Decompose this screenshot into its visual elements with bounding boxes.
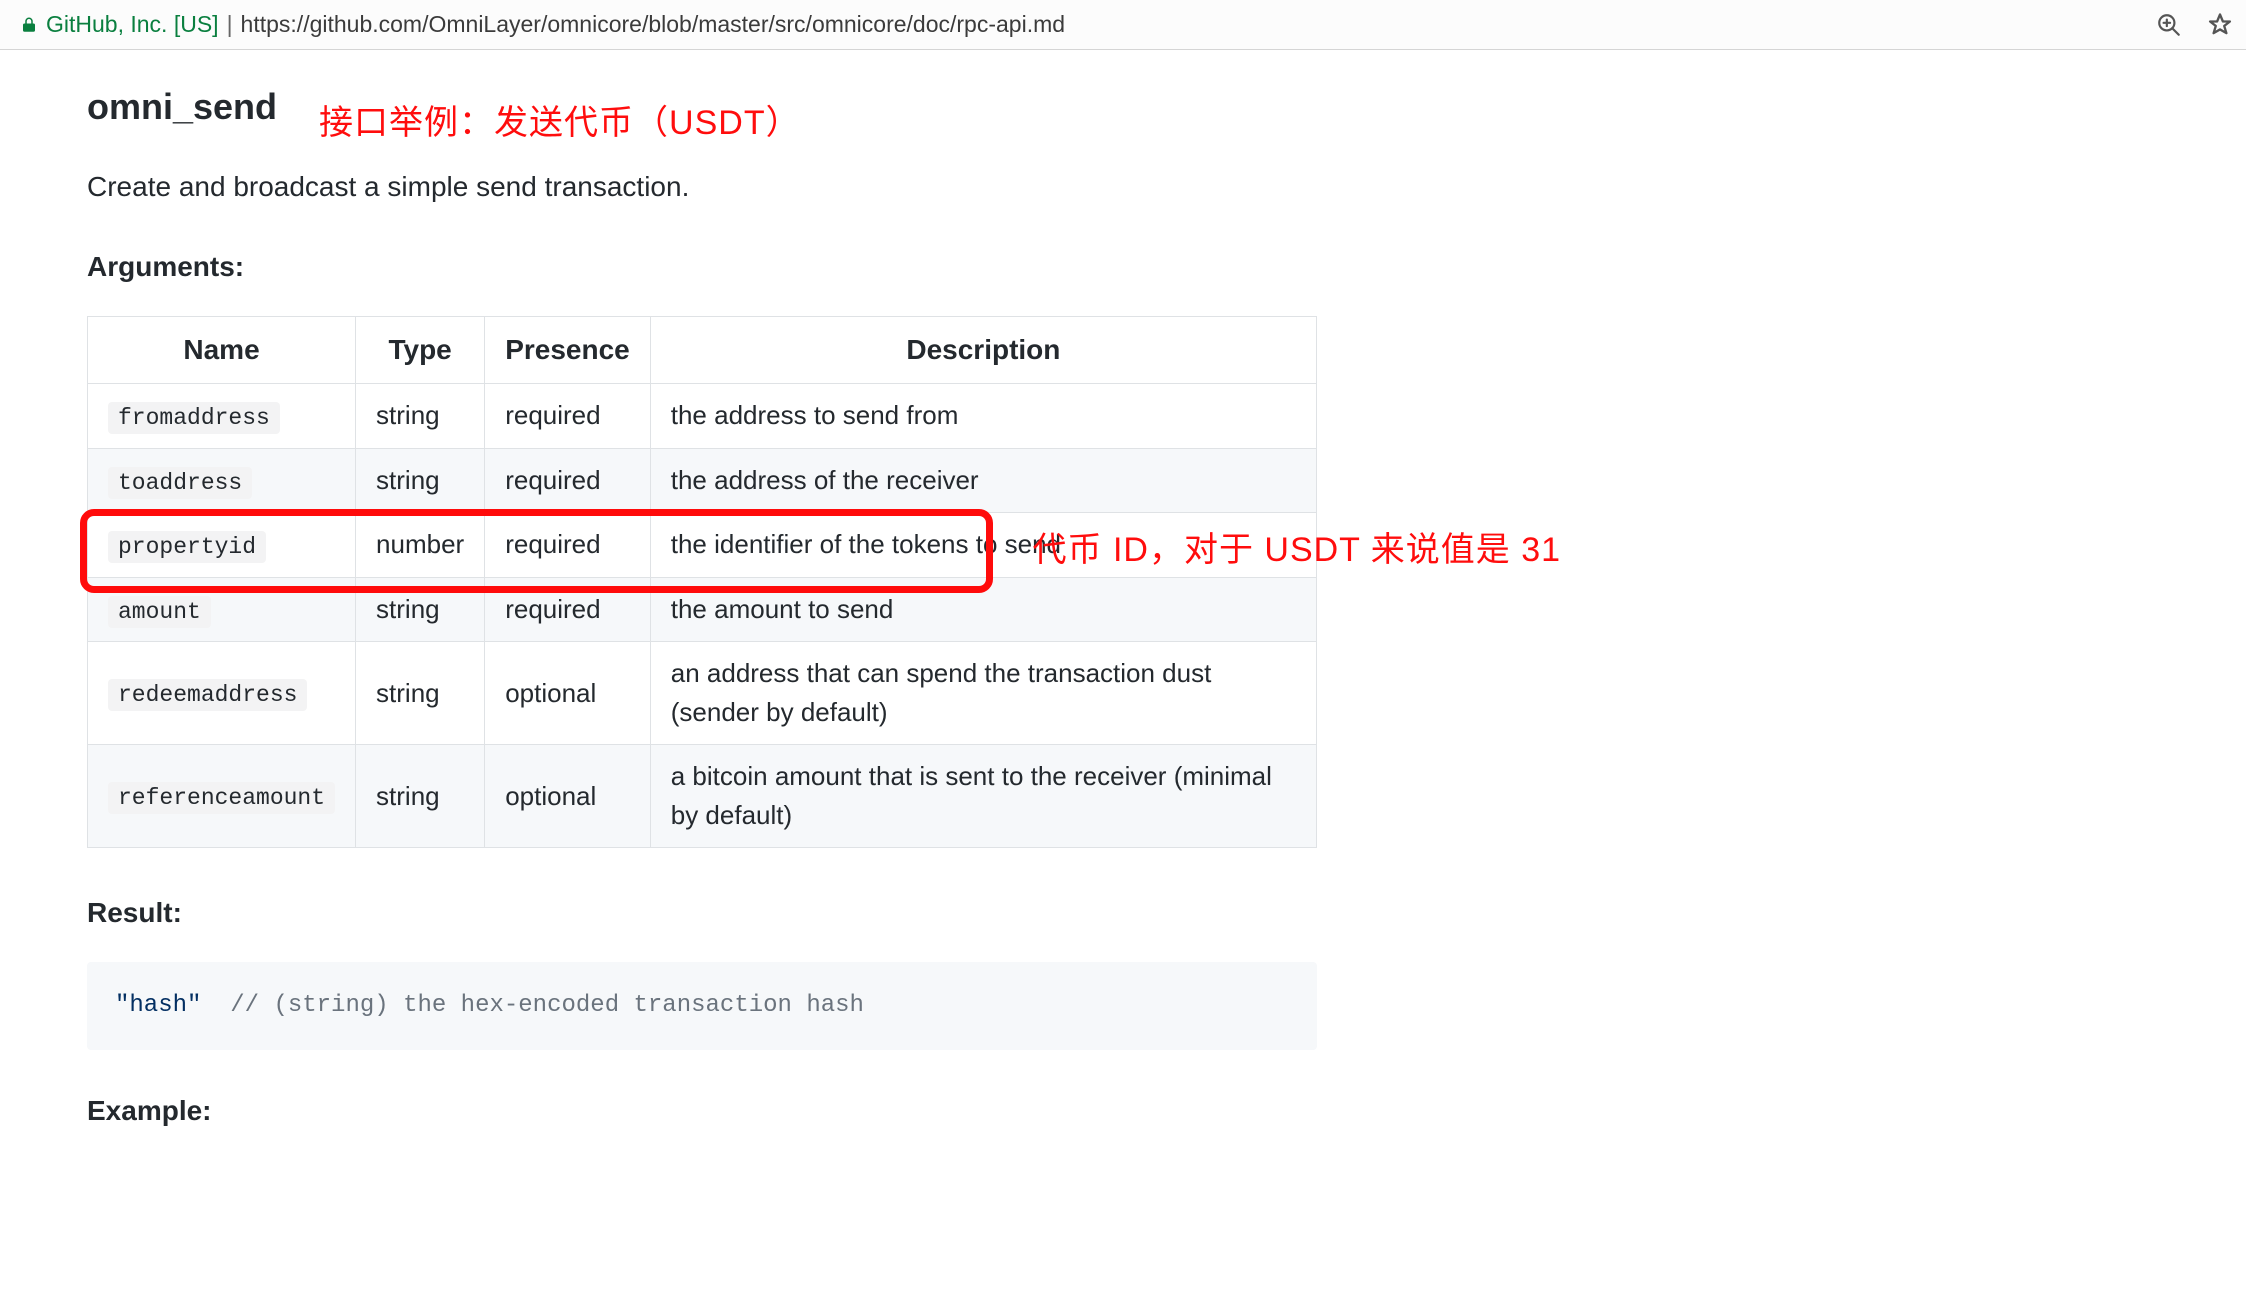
arg-name-cell: fromaddress [88,384,356,449]
arg-description-cell: the address to send from [650,384,1316,449]
arg-name-token: amount [108,596,211,628]
result-comment: // (string) the hex-encoded transaction … [230,992,864,1019]
arg-name-cell: amount [88,577,356,642]
arg-presence-cell: required [485,448,651,513]
arguments-table: Name Type Presence Description fromaddre… [87,316,1317,848]
browser-address-bar: GitHub, Inc. [US] | https://github.com/O… [0,0,2246,50]
markdown-body: omni_send 接口举例：发送代币（USDT） Create and bro… [87,80,1317,1132]
arg-name-token: toaddress [108,467,252,499]
result-heading: Result: [87,892,1317,934]
col-presence: Presence [485,317,651,384]
arg-type-cell: string [356,448,485,513]
arg-presence-cell: required [485,577,651,642]
table-row: referenceamount stringoptionala bitcoin a… [88,745,1317,848]
table-row: fromaddress stringrequiredthe address to … [88,384,1317,449]
address-bar-left: GitHub, Inc. [US] | https://github.com/O… [20,11,2136,38]
table-row: redeemaddress stringoptionalan address th… [88,642,1317,745]
api-name-heading: omni_send [87,80,277,134]
col-type: Type [356,317,485,384]
arg-type-cell: string [356,745,485,848]
lock-icon [20,14,38,36]
arg-type-cell: string [356,642,485,745]
page-content: omni_send 接口举例：发送代币（USDT） Create and bro… [33,50,2213,1200]
table-row: toaddress stringrequiredthe address of th… [88,448,1317,513]
arg-name-token: referenceamount [108,782,335,814]
arg-presence-cell: optional [485,745,651,848]
arg-name-token: propertyid [108,531,266,563]
arg-presence-cell: required [485,513,651,578]
address-separator: | [227,11,233,38]
heading-annotation: 接口举例：发送代币（USDT） [319,98,801,149]
arg-presence-cell: required [485,384,651,449]
site-identity-label: GitHub, Inc. [US] [46,11,219,38]
arg-description-cell: the amount to send [650,577,1316,642]
example-heading: Example: [87,1090,1317,1132]
arguments-heading: Arguments: [87,246,1317,288]
arg-type-cell: string [356,577,485,642]
arg-type-cell: number [356,513,485,578]
table-row: amount stringrequiredthe amount to send [88,577,1317,642]
arg-description-cell: a bitcoin amount that is sent to the rec… [650,745,1316,848]
arg-type-cell: string [356,384,485,449]
col-name: Name [88,317,356,384]
arguments-table-head: Name Type Presence Description [88,317,1317,384]
api-heading-row: omni_send 接口举例：发送代币（USDT） [87,80,1317,166]
arg-name-token: fromaddress [108,402,280,434]
arguments-table-body: fromaddressstringrequiredthe address to … [88,384,1317,848]
arg-name-token: redeemaddress [108,679,307,711]
arg-description-cell: the address of the receiver [650,448,1316,513]
api-description: Create and broadcast a simple send trans… [87,166,1317,208]
highlight-note: 代币 ID，对于 USDT 来说值是 31 [1033,522,1562,571]
arg-name-cell: toaddress [88,448,356,513]
arg-name-cell: propertyid [88,513,356,578]
page-url[interactable]: https://github.com/OmniLayer/omnicore/bl… [241,11,1066,38]
result-code-block: "hash" // (string) the hex-encoded trans… [87,962,1317,1050]
arg-name-cell: referenceamount [88,745,356,848]
zoom-icon[interactable] [2156,12,2182,38]
arg-presence-cell: optional [485,642,651,745]
arg-name-cell: redeemaddress [88,642,356,745]
address-bar-right [2136,11,2234,39]
table-header-row: Name Type Presence Description [88,317,1317,384]
bookmark-star-icon[interactable] [2206,11,2234,39]
col-description: Description [650,317,1316,384]
result-literal: "hash" [115,992,201,1019]
arg-description-cell: an address that can spend the transactio… [650,642,1316,745]
